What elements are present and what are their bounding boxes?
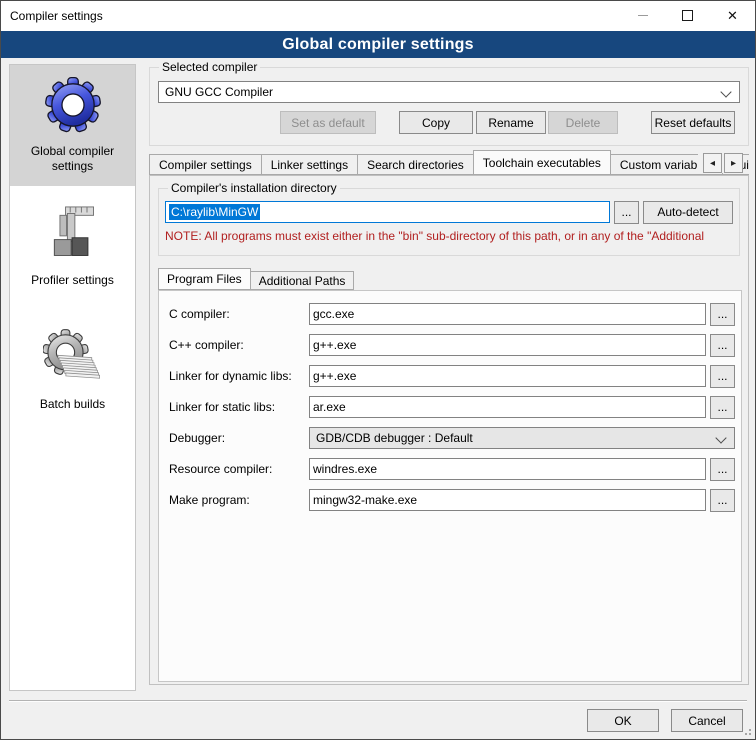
sidebar-item-profiler-settings[interactable]: Profiler settings [10,194,135,300]
installation-directory-input[interactable]: C:\raylib\MinGW [165,201,610,223]
arrow-right-icon: ▸ [731,158,736,169]
rename-button[interactable]: Rename [476,111,546,134]
sidebar-item-label: Batch builds [36,397,109,412]
sidebar-item-label: Profiler settings [27,273,118,288]
installation-directory-legend: Compiler's installation directory [168,181,340,195]
make-program-row: Make program: mingw32-make.exe... [169,489,735,511]
cpp-compiler-browse-button[interactable]: ... [710,334,735,357]
chevron-down-icon [720,86,731,97]
set-as-default-button: Set as default [280,111,376,134]
gear-blue-icon [41,73,105,137]
compiler-settings-dialog: Compiler settings ✕ Global compiler sett… [0,0,756,740]
resource-compiler-label: Resource compiler: [169,462,309,476]
tab-scroll-left-button[interactable]: ◂ [703,153,722,173]
program-files-panel: C compiler: gcc.exe... C++ compiler: g++.ex… [158,290,742,682]
tab-scroll-controls: ◂ ▸ [698,153,743,173]
make-program-browse-button[interactable]: ... [710,489,735,512]
cancel-button[interactable]: Cancel [671,709,743,732]
window-controls: ✕ [620,1,755,30]
arrow-left-icon: ◂ [710,158,715,169]
selected-compiler-group: Selected compiler GNU GCC Compiler Set a… [149,67,749,146]
tab-additional-paths[interactable]: Additional Paths [250,271,355,290]
program-files-tabs: Program FilesAdditional Paths [158,268,740,290]
debugger-value: GDB/CDB debugger : Default [316,431,473,445]
debugger-label: Debugger: [169,431,309,445]
resize-grip[interactable] [741,725,751,735]
resource-compiler-browse-button[interactable]: ... [710,458,735,481]
close-icon: ✕ [727,9,738,22]
resource-compiler-row: Resource compiler: windres.exe... [169,458,735,480]
page-title: Global compiler settings [282,36,474,54]
cpp-compiler-label: C++ compiler: [169,338,309,352]
installation-directory-value: C:\raylib\MinGW [169,204,260,220]
tab-linker-settings[interactable]: Linker settings [261,154,358,175]
cpp-compiler-value: g++.exe [313,338,356,352]
c-compiler-value: gcc.exe [313,307,354,321]
maximize-button[interactable] [665,1,710,30]
linker-static-label: Linker for static libs: [169,400,309,414]
selected-compiler-combo[interactable]: GNU GCC Compiler [158,81,740,103]
main-content: Selected compiler GNU GCC Compiler Set a… [149,58,749,685]
installation-directory-row: C:\raylib\MinGW ... Auto-detect [165,201,733,223]
minimize-button[interactable] [620,1,665,30]
maximize-icon [682,10,693,21]
reset-defaults-button[interactable]: Reset defaults [651,111,735,134]
selected-compiler-value: GNU GCC Compiler [165,85,273,99]
linker-dynamic-input[interactable]: g++.exe [309,365,706,387]
installation-directory-browse-button[interactable]: ... [614,201,639,224]
compiler-actions: Set as default CopyRenameDelete Reset defa… [158,111,740,134]
settings-sidebar: Global compiler settings Profiler setting… [9,64,136,691]
minimize-icon [638,15,648,16]
sidebar-item-label: Global compiler settings [12,144,133,174]
tab-toolchain-executables[interactable]: Toolchain executables [473,150,611,175]
tab-scroll-right-button[interactable]: ▸ [724,153,743,173]
sidebar-item-batch-builds[interactable]: Batch builds [10,318,135,424]
resource-compiler-input[interactable]: windres.exe [309,458,706,480]
auto-detect-button[interactable]: Auto-detect [643,201,733,224]
installation-directory-group: Compiler's installation directory C:\ray… [158,188,740,256]
program-files-tab-strip: Program FilesAdditional Paths [158,268,740,290]
close-button[interactable]: ✕ [710,1,755,30]
linker-dynamic-label: Linker for dynamic libs: [169,369,309,383]
toolchain-executables-panel: Compiler's installation directory C:\ray… [149,175,749,685]
make-program-label: Make program: [169,493,309,507]
ok-button[interactable]: OK [587,709,659,732]
cpp-compiler-row: C++ compiler: g++.exe... [169,334,735,356]
resource-compiler-value: windres.exe [313,462,377,476]
c-compiler-browse-button[interactable]: ... [710,303,735,326]
make-program-value: mingw32-make.exe [313,493,417,507]
compiler-tab-strip: Compiler settingsLinker settingsSearch d… [149,150,749,175]
make-program-input[interactable]: mingw32-make.exe [309,489,706,511]
gear-stack-icon [41,326,105,390]
delete-button: Delete [548,111,618,134]
tab-search-directories[interactable]: Search directories [357,154,474,175]
linker-dynamic-browse-button[interactable]: ... [710,365,735,388]
sidebar-item-global-compiler-settings[interactable]: Global compiler settings [10,65,135,186]
selected-compiler-legend: Selected compiler [159,60,260,74]
debugger-row: Debugger: GDB/CDB debugger : Default [169,427,735,449]
bin-subdirectory-note: NOTE: All programs must exist either in … [165,229,733,243]
footer-divider [9,700,747,702]
linker-static-row: Linker for static libs: ar.exe... [169,396,735,418]
c-compiler-row: C compiler: gcc.exe... [169,303,735,325]
c-compiler-label: C compiler: [169,307,309,321]
compiler-tabs: Compiler settingsLinker settingsSearch d… [149,150,749,175]
linker-static-input[interactable]: ar.exe [309,396,706,418]
debugger-combo[interactable]: GDB/CDB debugger : Default [309,427,735,449]
c-compiler-input[interactable]: gcc.exe [309,303,706,325]
title-bar: Compiler settings ✕ [1,1,755,31]
copy-button[interactable]: Copy [399,111,473,134]
dialog-header: Global compiler settings [1,31,755,58]
linker-dynamic-row: Linker for dynamic libs: g++.exe... [169,365,735,387]
tab-program-files[interactable]: Program Files [158,268,251,290]
caliper-icon [41,202,105,266]
chevron-down-icon [715,432,726,443]
linker-static-browse-button[interactable]: ... [710,396,735,419]
cpp-compiler-input[interactable]: g++.exe [309,334,706,356]
linker-static-value: ar.exe [313,400,346,414]
window-title: Compiler settings [10,9,103,23]
tab-compiler-settings[interactable]: Compiler settings [149,154,262,175]
linker-dynamic-value: g++.exe [313,369,356,383]
